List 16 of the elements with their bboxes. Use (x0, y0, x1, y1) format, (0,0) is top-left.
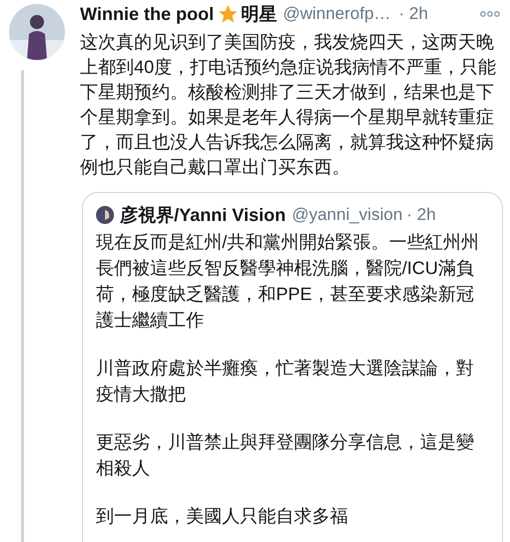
quote-paragraph: 到一月底，美國人只能自求多福 (96, 505, 349, 528)
user-name[interactable]: 彦視界/Yanni Vision (120, 203, 286, 227)
star-icon (218, 4, 238, 24)
timestamp[interactable]: · 2h (406, 205, 436, 225)
user-handle[interactable]: @yanni_vision (292, 205, 403, 225)
badge-label: 明星 (240, 3, 277, 26)
more-icon[interactable] (480, 11, 500, 17)
timestamp[interactable]: · 2h (398, 4, 428, 24)
quote-paragraph: 更惡劣，川普禁止與拜登團隊分享信息，這是變相殺人 (96, 431, 475, 480)
quote-paragraph: 現在反而是紅州/共和黨州開始緊張。一些紅州州長們被這些反智反醫學神棍洗腦，醫院/ICU滿負荷，極度缺乏醫護，和PPE，甚至要求感染新冠護士繼續工作 (96, 231, 480, 332)
user-handle[interactable]: @winnerofp… (282, 4, 391, 24)
avatar[interactable] (96, 206, 114, 224)
user-name[interactable]: Winnie the pool (80, 4, 214, 24)
quote-card[interactable]: 彦視界/Yanni Vision @yanni_vision · 2h 現在反而是紅州/共和黨州開始緊張。一些紅州州長們被這些反智反醫學神棍洗腦，醫院/ICU滿負荷，極度缺乏醫護，和PPE，甚至要求感染新冠護士繼續工作 川普政府處於半癱瘓，忙著製造大選陰謀論，對疫情大撒把 更惡劣，川普禁止與拜登團隊分享信息，這是變相殺人 到一月底，美國人只能自求多福 (82, 192, 503, 542)
quote-paragraph: 川普政府處於半癱瘓，忙著製造大選陰謀論，對疫情大撒把 (96, 357, 475, 406)
tweet-text: 这次真的见识到了美国防疫，我发烧四天，这两天晚上都到40度，打电话预约急症说我病情不严重，只能下星期预约。核酸检测排了三天才做到，结果也是下个星期拿到。如果是老年人得病一个星期早就转重症了，而且也没人告诉我怎么隔离，就算我这种怀疑病例也只能自己戴口罩出门买东西。 (80, 31, 498, 179)
